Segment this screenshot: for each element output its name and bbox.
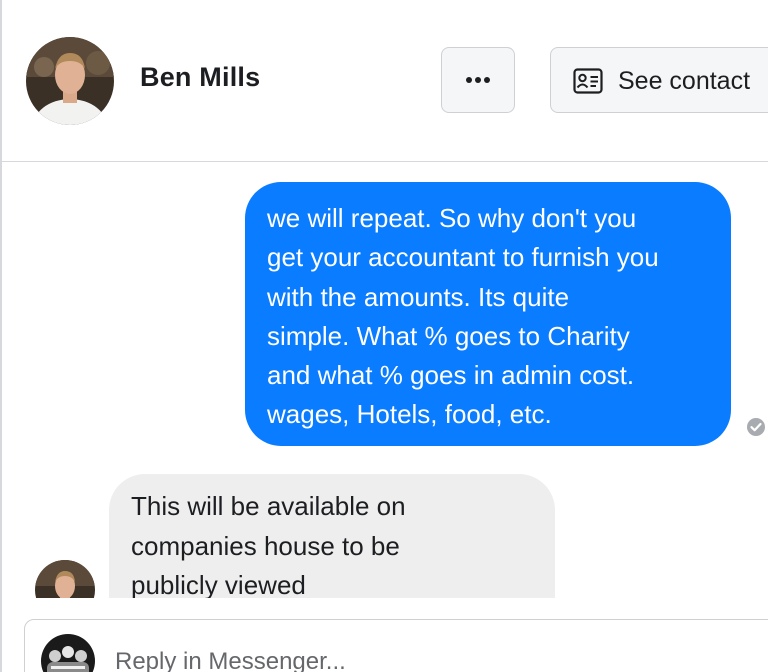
more-horizontal-icon	[465, 71, 491, 89]
incoming-message-bubble[interactable]: This will be available on companies hous…	[109, 474, 555, 598]
more-options-button[interactable]	[441, 47, 515, 113]
see-contact-label: See contact	[618, 67, 751, 95]
sender-avatar[interactable]	[35, 560, 95, 598]
outgoing-message-bubble[interactable]: we will repeat. So why don't you get you…	[245, 182, 731, 446]
see-contact-button[interactable]: See contact	[550, 47, 768, 113]
message-thread[interactable]: we will repeat. So why don't you get you…	[2, 162, 768, 598]
contact-name[interactable]: Ben Mills	[140, 62, 260, 93]
contact-card-icon	[573, 68, 603, 94]
messenger-conversation-panel: Ben Mills See contact we will repeat. So…	[0, 0, 768, 672]
reply-input[interactable]	[115, 648, 615, 672]
reply-composer[interactable]	[24, 619, 768, 672]
page-avatar	[41, 634, 95, 672]
sent-check-icon	[746, 417, 766, 437]
conversation-header: Ben Mills See contact	[2, 0, 768, 162]
contact-avatar[interactable]	[26, 37, 114, 125]
